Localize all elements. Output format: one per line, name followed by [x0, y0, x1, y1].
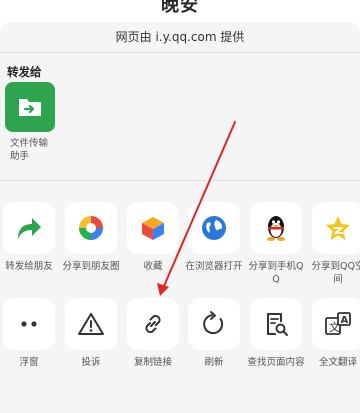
share-to-qq-button[interactable]: 分享到手机QQ	[246, 202, 306, 286]
provider-text: 网页由 i.y.qq.com 提供	[115, 30, 245, 44]
share-to-moments-label: 分享到朋友圈	[62, 261, 120, 272]
floating-dots-icon	[21, 321, 37, 327]
find-in-page-label: 查找页面内容	[247, 357, 305, 368]
open-in-browser-button[interactable]: 在浏览器打开	[184, 202, 244, 273]
moments-aperture-icon	[79, 216, 103, 240]
contact-file-transfer[interactable]: 文件传输助手	[2, 82, 58, 163]
refresh-button[interactable]: 刷新	[184, 298, 244, 369]
file-transfer-avatar	[5, 82, 55, 132]
open-in-browser-label: 在浏览器打开	[185, 261, 243, 272]
report-button[interactable]: 投诉	[61, 298, 121, 369]
translate-icon: 文 A	[325, 312, 351, 335]
floating-window-button[interactable]: 浮窗	[0, 298, 59, 369]
share-to-qq-label: 分享到手机QQ	[248, 261, 304, 285]
favorite-button[interactable]: 收藏	[123, 202, 183, 273]
background-page-title: 晚安	[161, 0, 199, 16]
floating-window-label: 浮窗	[19, 357, 39, 368]
warning-icon	[78, 313, 104, 335]
favorite-cube-icon	[142, 217, 164, 240]
forward-section-label: 转发给	[7, 65, 42, 79]
copy-link-button[interactable]: 复制链接	[123, 298, 183, 369]
qq-penguin-icon	[267, 216, 285, 241]
translate-label: 全文翻译	[318, 357, 357, 368]
share-to-qzone-button[interactable]: 分享到QQ空间	[308, 202, 360, 286]
share-to-qzone-label: 分享到QQ空间	[311, 261, 360, 285]
refresh-icon	[203, 311, 224, 335]
svg-text:A: A	[341, 315, 349, 326]
divider	[0, 180, 360, 181]
share-row: 转发给朋友 分享到朋友圈 收藏 在浏览器打开 分享到手机QQ 分享到QQ空间	[0, 202, 360, 312]
find-in-page-icon	[267, 313, 288, 336]
favorite-label: 收藏	[143, 261, 163, 272]
contact-name: 文件传输助手	[10, 138, 49, 162]
report-label: 投诉	[81, 357, 101, 368]
share-to-friend-label: 转发给朋友	[5, 261, 53, 272]
translate-button[interactable]: 文 A 全文翻译	[308, 298, 360, 369]
tools-row: 浮窗 投诉 复制链接 刷新 查找页面内容 文 A 全文翻译	[0, 298, 360, 408]
qzone-star-icon	[326, 216, 350, 240]
forward-arrow-icon	[18, 218, 41, 239]
divider	[0, 52, 360, 53]
find-in-page-button[interactable]: 查找页面内容	[246, 298, 306, 369]
share-to-friend-button[interactable]: 转发给朋友	[0, 202, 59, 273]
share-to-moments-button[interactable]: 分享到朋友圈	[61, 202, 121, 273]
globe-icon	[202, 216, 226, 240]
copy-link-label: 复制链接	[133, 357, 172, 368]
link-icon	[145, 314, 161, 334]
refresh-label: 刷新	[204, 357, 224, 368]
share-sheet: 网页由 i.y.qq.com 提供 转发给 文件传输助手 转发给朋友 分享到朋友…	[0, 22, 360, 413]
folder-arrow-icon	[19, 99, 41, 116]
